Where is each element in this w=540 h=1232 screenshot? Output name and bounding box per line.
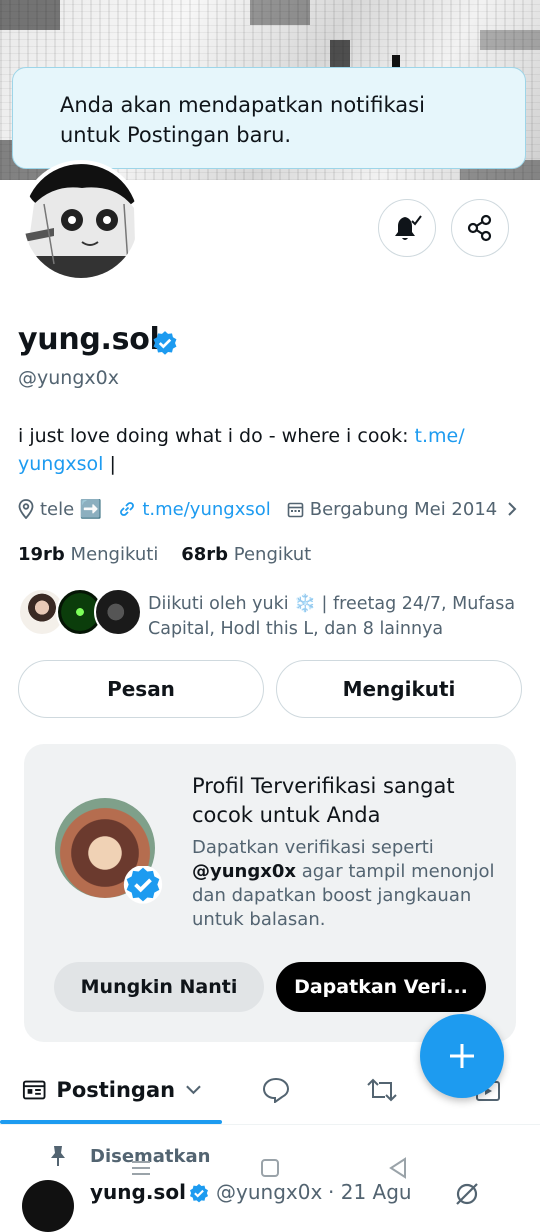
- message-button-label: Pesan: [107, 677, 175, 701]
- profile-name: yung.sol: [18, 322, 160, 357]
- location-icon: [18, 499, 34, 519]
- chevron-right-icon[interactable]: [505, 501, 519, 517]
- share-icon: [467, 214, 492, 242]
- reply-icon: [262, 1077, 290, 1103]
- posts-icon: [22, 1080, 46, 1100]
- back-nav-icon[interactable]: [388, 1157, 408, 1179]
- following-count-link[interactable]: 19rb Mengikuti: [18, 544, 158, 565]
- tab-posts[interactable]: Postingan: [22, 1058, 202, 1122]
- following-label: Mengikuti: [70, 544, 159, 565]
- share-button[interactable]: [451, 199, 509, 257]
- get-verified-label: Dapatkan Veri...: [294, 976, 468, 998]
- maybe-later-button[interactable]: Mungkin Nanti: [54, 962, 264, 1012]
- promo-title: Profil Terverifikasi sangat cocok untuk …: [192, 774, 455, 827]
- followers-label: Pengikut: [233, 544, 312, 565]
- bio-text: i just love doing what i do - where i co…: [18, 425, 415, 447]
- tabs-divider: [0, 1124, 540, 1125]
- promo-desc-handle: @yungx0x: [192, 861, 296, 882]
- repost-icon: [367, 1078, 397, 1102]
- location-text: tele ➡️: [40, 498, 103, 520]
- notification-toast: Anda akan mendapatkan notifikasi untuk P…: [12, 67, 526, 169]
- tab-reposts[interactable]: [362, 1058, 402, 1122]
- follow-counts: 19rb Mengikuti 68rb Pengikut: [18, 544, 311, 565]
- website-link[interactable]: t.me/yungxsol: [142, 499, 270, 520]
- toast-message: Anda akan mendapatkan notifikasi untuk P…: [60, 93, 425, 147]
- tab-posts-label: Postingan: [56, 1078, 176, 1102]
- promo-description: Dapatkan verifikasi seperti @yungx0x aga…: [192, 836, 502, 932]
- plus-icon: [450, 1044, 474, 1068]
- profile-handle: @yungx0x: [18, 367, 119, 389]
- link-icon: [120, 502, 135, 516]
- calendar-icon: [287, 502, 304, 517]
- profile-bio: i just love doing what i do - where i co…: [18, 422, 518, 478]
- follower-avatar: [94, 588, 142, 636]
- maybe-later-label: Mungkin Nanti: [80, 976, 238, 998]
- profile-meta: tele ➡️ t.me/yungxsol Bergabung Mei 2014: [18, 494, 540, 524]
- bell-check-icon: [395, 215, 422, 240]
- promo-verified-badge-icon: [123, 866, 163, 904]
- website-item[interactable]: t.me/yungxsol: [118, 499, 271, 520]
- joined-text: Bergabung Mei 2014: [309, 498, 498, 520]
- get-verified-button[interactable]: Dapatkan Veri...: [276, 962, 486, 1012]
- followers-count-link[interactable]: 68rb Pengikut: [181, 544, 311, 565]
- bio-suffix: |: [103, 453, 116, 475]
- followers-count: 68rb: [181, 544, 229, 565]
- system-nav-bar: [0, 1148, 540, 1188]
- chevron-down-icon: [186, 1085, 201, 1095]
- promo-desc-prefix: Dapatkan verifikasi seperti: [192, 837, 434, 858]
- location-item: tele ➡️: [18, 499, 102, 520]
- tab-replies[interactable]: [256, 1058, 296, 1122]
- profile-avatar[interactable]: [20, 160, 142, 282]
- joined-item: Bergabung Mei 2014: [287, 499, 526, 520]
- followed-by-text[interactable]: Diikuti oleh yuki ❄️ | freetag 24/7, Muf…: [148, 592, 538, 642]
- verified-badge-icon[interactable]: [151, 330, 179, 358]
- menu-nav-icon[interactable]: [130, 1158, 152, 1178]
- home-nav-icon[interactable]: [260, 1158, 280, 1178]
- notifications-button[interactable]: [378, 199, 436, 257]
- following-button-label: Mengikuti: [342, 677, 456, 701]
- following-button[interactable]: Mengikuti: [276, 660, 522, 718]
- compose-button[interactable]: [420, 1014, 504, 1098]
- following-count: 19rb: [18, 544, 65, 565]
- message-button[interactable]: Pesan: [18, 660, 264, 718]
